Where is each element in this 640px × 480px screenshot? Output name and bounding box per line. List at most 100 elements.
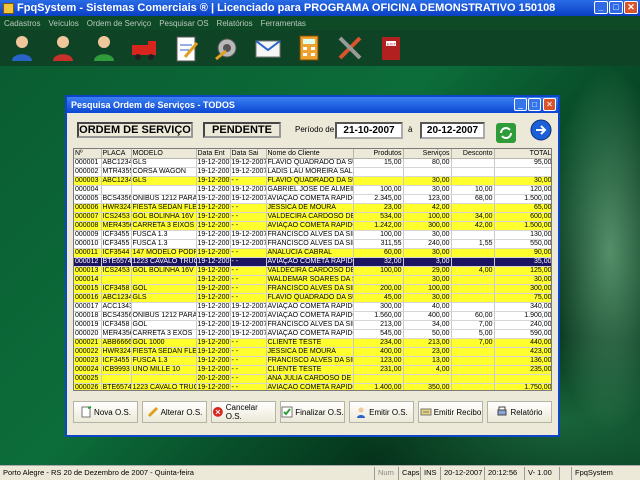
column-header-discount[interactable]: Desconto xyxy=(451,149,495,159)
table-row[interactable]: 000020 MER4356 CARRETA 3 EXOS 19-12-2007 19-… xyxy=(74,329,551,339)
app-icon xyxy=(3,2,14,14)
table-row[interactable]: 000013 ICS2453 GOL BOLINHA 16V 19-12-2007- … xyxy=(74,266,551,276)
cancel-os-button[interactable]: Cancelar O.S. xyxy=(211,401,276,423)
table-row[interactable]: 000015 ICF3458 GOL 19-12-2007- - FRANCISCO A… xyxy=(74,284,551,294)
table-row[interactable]: 000025 20-12-2007- - ANA JULIA CARDOSO DE … xyxy=(74,374,551,384)
toolbar-button-employees[interactable] xyxy=(47,32,79,64)
window-maximize-button[interactable]: □ xyxy=(528,98,541,111)
table-cell: 4,00 xyxy=(403,365,452,375)
table-row[interactable]: 000005 BCS4356 ONIBUS 1212 PARA 19-12-2007 1… xyxy=(74,194,551,204)
window-minimize-button[interactable]: _ xyxy=(514,98,527,111)
table-row[interactable]: 000021 ABB6666 GOL 1000 19-12-2007- - CLIENT… xyxy=(74,338,551,348)
table-cell: 000009 xyxy=(74,230,102,240)
table-cell: 000004 xyxy=(74,185,102,195)
toolbar-button-tools[interactable] xyxy=(334,32,366,64)
window-title: Pesquisa Ordem de Serviços - TODOS xyxy=(71,100,235,110)
issue-os-button[interactable]: Emitir O.S. xyxy=(349,401,414,423)
table-row[interactable]: 000004 19-12-2007 19-12-2007 GABRIEL JOSÉ D… xyxy=(74,185,551,195)
table-row[interactable]: 000011ICF3544147 MODELO PODRE19-12-2007-… xyxy=(74,248,551,258)
table-row[interactable]: 000002 MTR4355 CORSA WAGON 19-12-2007 19-12-… xyxy=(74,167,551,177)
table-row[interactable]: 000012BTE65741223 CAVALO TRUCK19-12-2007… xyxy=(74,257,551,267)
refresh-icon[interactable] xyxy=(495,122,517,144)
toolbar-button-services[interactable] xyxy=(211,32,243,64)
table-cell: 50,00 xyxy=(403,329,452,339)
finish-os-button[interactable]: Finalizar O.S. xyxy=(280,401,345,423)
table-cell: 19-12-2007 xyxy=(230,302,267,312)
table-cell: - - xyxy=(230,275,267,285)
table-cell: 19-12-2007 xyxy=(196,347,231,357)
table-row[interactable]: 000010 ICF3455 FUSCA 1.3 19-12-2007 19-12-20… xyxy=(74,239,551,249)
column-header-client[interactable]: Nome do Cliente xyxy=(266,149,354,159)
table-row[interactable]: 000008 MER4356 CARRETA 3 EIXOS 19-12-2007- … xyxy=(74,221,551,231)
orders-table[interactable]: Nº PLACA MODELO Data Ent Data Sai Nome d… xyxy=(73,148,552,391)
toolbar-button-suppliers[interactable] xyxy=(88,32,120,64)
table-cell: 400,00 xyxy=(353,347,404,357)
table-cell: 000019 xyxy=(74,320,102,330)
report-button[interactable]: Relatório xyxy=(487,401,552,423)
toolbar-button-exit[interactable]: EXIT xyxy=(375,32,407,64)
table-row[interactable]: 000009 ICF3455 FUSCA 1.3 19-12-2007 19-12-20… xyxy=(74,230,551,240)
new-os-button[interactable]: Nova O.S. xyxy=(73,401,138,423)
table-row[interactable]: 000018 BCS4356 ONIBUS 1212 PARA 19-12-2007 1… xyxy=(74,311,551,321)
toolbar-button-vehicles[interactable] xyxy=(129,32,161,64)
table-row[interactable]: 000016 ABC1234 GLS 19-12-2007- - FLAVIO QUAD… xyxy=(74,293,551,303)
column-header-date-out[interactable]: Data Sai xyxy=(230,149,267,159)
table-cell: 19-12-2007 xyxy=(196,338,231,348)
minimize-button[interactable]: _ xyxy=(594,1,608,14)
status-filter-label[interactable]: PENDENTE xyxy=(203,122,281,138)
column-header-model[interactable]: MODELO xyxy=(131,149,197,159)
next-arrow-icon[interactable] xyxy=(530,119,552,141)
table-cell: GABRIEL JOSÉ DE ALMEIDA xyxy=(266,185,354,195)
fire-truck-icon xyxy=(132,41,156,60)
table-cell: ICF3455 xyxy=(101,356,132,366)
toolbar-button-calculator[interactable] xyxy=(293,32,325,64)
table-row[interactable]: 000017 ACC1343 19-12-2007 19-12-2007 AVIAÇÃO… xyxy=(74,302,551,312)
menu-veiculos[interactable]: Veículos xyxy=(48,19,78,28)
table-row[interactable]: 000014 19-12-2007- -WALDEMAR SOARES DA SI… xyxy=(74,275,551,285)
date-from-field[interactable]: 21-10-2007 xyxy=(335,122,403,139)
table-cell: 19-12-2007 xyxy=(230,329,267,339)
maximize-button[interactable]: □ xyxy=(609,1,623,14)
app-titlebar: FpqSystem - Sistemas Comerciais ® | Lice… xyxy=(0,0,640,16)
table-row[interactable]: 000023 ICF3455 FUSCA 1.3 19-12-2007- - FRANC… xyxy=(74,356,551,366)
table-row[interactable]: 000007 ICS2453 GOL BOLINHA 16V 19-12-2007- … xyxy=(74,212,551,222)
table-cell: 000012 xyxy=(74,257,102,267)
menu-pesquisar-os[interactable]: Pesquisar OS xyxy=(159,19,208,28)
table-cell: 4,00 xyxy=(451,266,495,276)
table-row[interactable]: 000001 ABC1234 GLS 19-12-2007 19-12-2007 FLAV… xyxy=(74,158,551,168)
menu-relatorios[interactable]: Relatórios xyxy=(217,19,253,28)
column-header-services[interactable]: Serviços xyxy=(403,149,452,159)
column-header-products[interactable]: Produtos xyxy=(353,149,404,159)
column-header-plate[interactable]: PLACA xyxy=(101,149,132,159)
table-cell: CLIENTE TESTE xyxy=(266,338,354,348)
table-cell: 40,00 xyxy=(403,302,452,312)
status-date: 20-12-2007 xyxy=(441,466,485,480)
edit-os-button[interactable]: Alterar O.S. xyxy=(142,401,207,423)
table-cell: 000020 xyxy=(74,329,102,339)
menu-cadastros[interactable]: Cadastros xyxy=(4,19,40,28)
table-cell: 19-12-2007 xyxy=(196,284,231,294)
order-type-label[interactable]: ORDEM DE SERVIÇO xyxy=(77,122,193,138)
table-row[interactable]: 000024 ICB9993 UNO MILLE 10 19-12-2007- - CL… xyxy=(74,365,551,375)
table-row[interactable]: 000006HWR3244FIESTA SEDAN FLEX19-12-2007… xyxy=(74,203,551,213)
table-cell: VALDECIRA CARDOSO DE MOURA xyxy=(266,212,354,222)
menu-ordem-servico[interactable]: Ordem de Serviço xyxy=(87,19,151,28)
window-close-button[interactable]: ✕ xyxy=(543,98,556,111)
table-row[interactable]: 000003 ABC1234 GLS 19-12-2007- - FLAVIO QUAD… xyxy=(74,176,551,186)
table-cell: ICB9993 xyxy=(101,365,132,375)
toolbar-button-orders[interactable] xyxy=(170,32,202,64)
toolbar-button-mail[interactable] xyxy=(252,32,284,64)
table-row[interactable]: 000022HWR3244FIESTA SEDAN FLEX19-12-2007… xyxy=(74,347,551,357)
table-cell xyxy=(451,230,495,240)
toolbar-button-clients[interactable] xyxy=(6,32,38,64)
table-row[interactable]: 000019 ICF3458 GOL 19-12-2007 19-12-2007 FRAN… xyxy=(74,320,551,330)
table-cell: 130,00 xyxy=(494,230,551,240)
close-button[interactable]: ✕ xyxy=(624,1,638,14)
menu-ferramentas[interactable]: Ferramentas xyxy=(261,19,306,28)
issue-receipt-button[interactable]: Emitir Recibo xyxy=(418,401,483,423)
date-to-field[interactable]: 20-12-2007 xyxy=(420,122,485,139)
column-header-total[interactable]: TOTAL xyxy=(494,149,551,159)
table-row[interactable]: 000026BTE65741223 CAVALO TRUCK19-12-2007… xyxy=(74,383,551,390)
column-header-number[interactable]: Nº xyxy=(74,149,102,159)
column-header-date-in[interactable]: Data Ent xyxy=(196,149,231,159)
